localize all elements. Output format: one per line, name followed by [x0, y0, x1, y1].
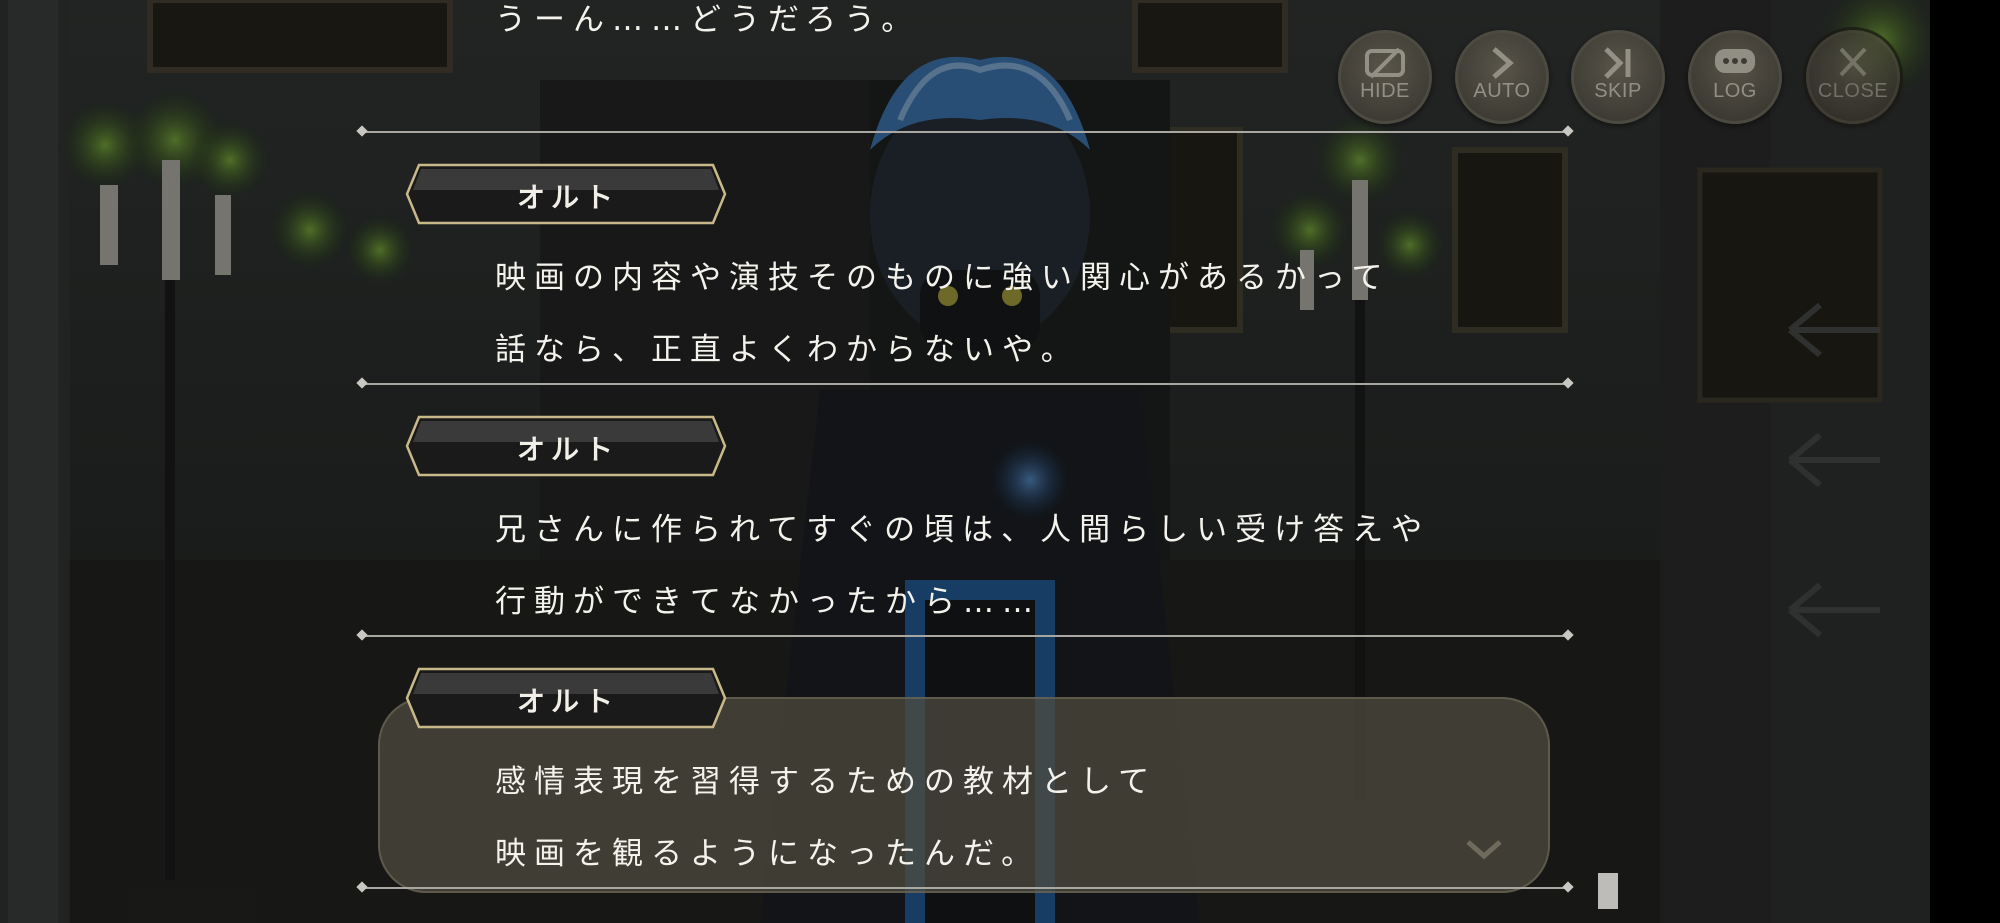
auto-label: AUTO: [1473, 80, 1531, 102]
hide-button[interactable]: HIDE: [1338, 30, 1432, 124]
auto-button[interactable]: AUTO: [1455, 30, 1549, 124]
log-divider: [362, 383, 1568, 385]
close-button[interactable]: CLOSE: [1806, 30, 1900, 124]
log-previous-line: うーん……どうだろう。: [495, 2, 921, 38]
skip-label: SKIP: [1594, 80, 1642, 102]
speaker-nameplate: オルト: [405, 415, 727, 477]
hide-icon: [1341, 43, 1429, 83]
log-line: 映画を観るようになったんだ。: [495, 836, 1041, 872]
log-line: 話なら、正直よくわからないや。: [495, 332, 1080, 368]
screen-edge-bar: [1930, 0, 2000, 923]
log-line: 感情表現を習得するための教材として: [495, 764, 1158, 800]
skip-button[interactable]: SKIP: [1571, 30, 1665, 124]
speaker-nameplate: オルト: [405, 163, 727, 225]
log-button[interactable]: LOG: [1688, 30, 1782, 124]
chat-bubble-icon: [1691, 43, 1779, 83]
log-divider: [362, 635, 1568, 637]
close-label: CLOSE: [1817, 80, 1889, 102]
speaker-name: オルト: [517, 433, 620, 466]
speaker-nameplate: オルト: [405, 667, 727, 729]
log-scrollbar-thumb[interactable]: [1598, 873, 1618, 909]
log-divider: [362, 131, 1568, 133]
log-label: LOG: [1713, 80, 1757, 102]
play-icon: [1458, 43, 1546, 83]
skip-icon: [1574, 43, 1662, 83]
game-screen: HIDE AUTO SKIP LOG CLOSE うーん……どうだろう。 オルト…: [0, 0, 2000, 923]
speaker-name: オルト: [517, 181, 620, 214]
log-line: 行動ができてなかったから……: [495, 584, 1041, 620]
log-line: 映画の内容や演技そのものに強い関心があるかって: [495, 260, 1391, 296]
log-line: 兄さんに作られてすぐの頃は、人間らしい受け答えや: [495, 512, 1431, 548]
chevron-down-icon: [1466, 840, 1502, 860]
close-icon: [1809, 43, 1897, 83]
hide-label: HIDE: [1360, 80, 1410, 102]
speaker-name: オルト: [517, 685, 620, 718]
log-divider: [362, 887, 1568, 889]
